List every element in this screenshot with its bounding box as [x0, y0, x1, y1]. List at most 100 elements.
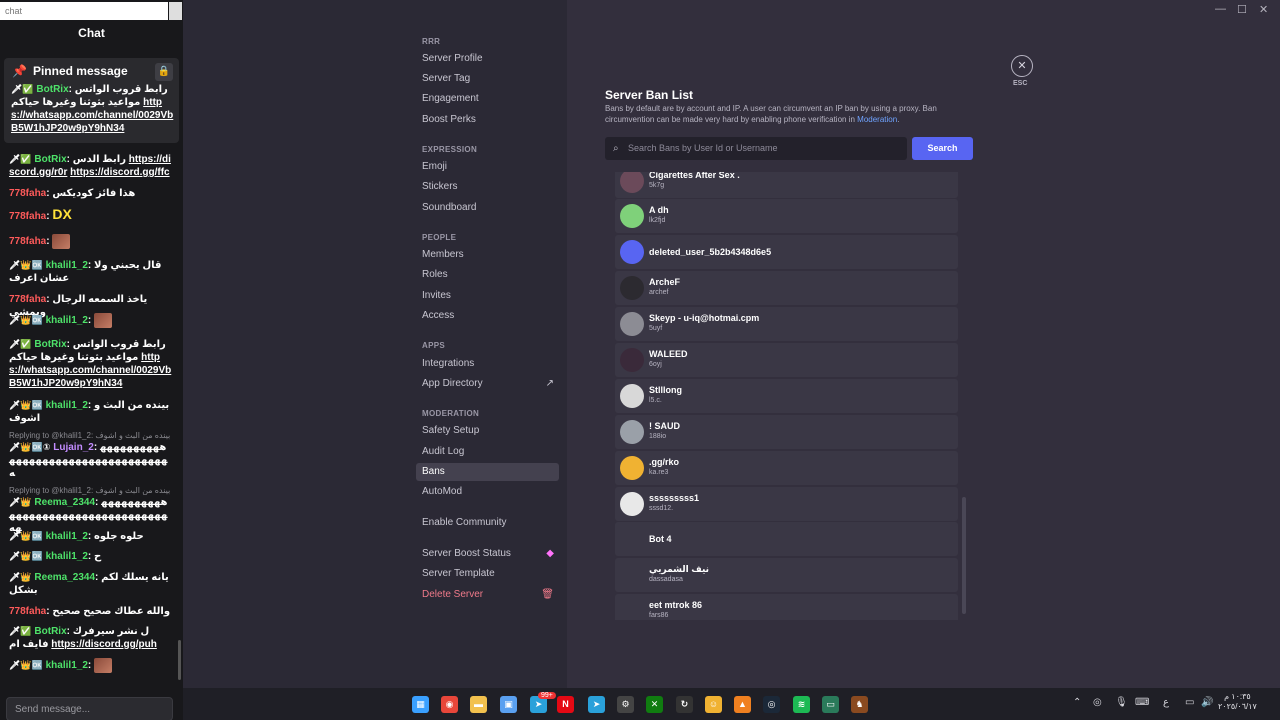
- close-window-button[interactable]: ✕: [1259, 3, 1268, 16]
- ban-row[interactable]: نيف الشمريي dassadasa: [615, 558, 958, 592]
- message-emote-text: DX: [52, 206, 72, 222]
- minimize-button[interactable]: —: [1215, 3, 1226, 15]
- chat-username[interactable]: BotRix: [34, 339, 66, 350]
- clock-time: ١٠:٣٥ م: [1224, 692, 1251, 701]
- nav-delete-server[interactable]: Delete Server 🗑: [422, 587, 558, 603]
- ban-row[interactable]: Stlllong l5.c.: [615, 379, 958, 413]
- chat-scrollbar[interactable]: [178, 640, 181, 680]
- app-icon[interactable]: ▭: [822, 696, 839, 713]
- nav-stickers[interactable]: Stickers: [422, 179, 558, 195]
- nav-members[interactable]: Members: [422, 247, 558, 263]
- store-icon[interactable]: ▣: [500, 696, 517, 713]
- ban-row[interactable]: ! SAUD 188io: [615, 415, 958, 449]
- message-link[interactable]: https://discord.gg/ffc: [70, 167, 169, 178]
- vlc-icon[interactable]: ▲: [734, 696, 751, 713]
- nav-invites[interactable]: Invites: [422, 288, 558, 304]
- nav-integrations[interactable]: Integrations: [422, 356, 558, 372]
- windows-icon[interactable]: ▦: [412, 696, 429, 713]
- keyboard-icon[interactable]: ⌨: [1135, 697, 1149, 708]
- chat-username[interactable]: 778faha: [9, 606, 46, 617]
- ban-row[interactable]: ArcheF archef: [615, 271, 958, 305]
- chat-message: 🗡👑🆗 khalil1_2:: [9, 658, 172, 673]
- nav-bans[interactable]: Bans: [416, 463, 559, 481]
- nav-soundboard[interactable]: Soundboard: [422, 200, 558, 216]
- user-avatar: [620, 492, 644, 516]
- discord-app-icon[interactable]: ☺: [705, 696, 722, 713]
- esc-label: ESC: [1013, 80, 1028, 87]
- tray-app-icon[interactable]: ◎: [1093, 697, 1102, 708]
- send-message-input[interactable]: Send message...: [6, 697, 173, 720]
- chat-search-button[interactable]: [169, 2, 182, 20]
- chat-username[interactable]: 778faha: [9, 294, 46, 305]
- chat-username[interactable]: BotRix: [36, 84, 68, 95]
- nav-app-directory[interactable]: App Directory ↗: [422, 376, 558, 392]
- network-icon[interactable]: ▭: [1185, 697, 1194, 708]
- chat-username[interactable]: BotRix: [34, 626, 66, 637]
- steam-icon[interactable]: ◎: [763, 696, 780, 713]
- screen: chat Chat 📌 Pinned message 🔒 🗡✅ BotRix: …: [0, 0, 1280, 720]
- spotify-icon[interactable]: ≋: [793, 696, 810, 713]
- game-icon[interactable]: ♞: [851, 696, 868, 713]
- nav-enable-community[interactable]: Enable Community: [422, 515, 558, 531]
- moderation-link[interactable]: Moderation: [857, 115, 897, 124]
- search-button[interactable]: Search: [912, 137, 973, 160]
- nav-server-boost-status[interactable]: Server Boost Status ◆: [422, 546, 558, 562]
- nav-boost-perks[interactable]: Boost Perks: [422, 112, 558, 128]
- nav-server-profile[interactable]: Server Profile: [422, 51, 558, 67]
- system-clock[interactable]: ١٠:٣٥ م ٢٠٢٥/٠٦/١٧: [1218, 692, 1257, 712]
- maximize-button[interactable]: ☐: [1237, 3, 1247, 16]
- xbox-icon[interactable]: ✕: [646, 696, 663, 713]
- ban-row[interactable]: Bot 4: [615, 522, 958, 556]
- netflix-icon[interactable]: N: [557, 696, 574, 713]
- volume-icon[interactable]: 🔊: [1201, 697, 1213, 708]
- chat-username[interactable]: 778faha: [9, 188, 46, 199]
- sync-icon[interactable]: ↻: [676, 696, 693, 713]
- nav-roles[interactable]: Roles: [422, 267, 558, 283]
- nav-server-tag[interactable]: Server Tag: [422, 71, 558, 87]
- lock-icon[interactable]: 🔒: [155, 63, 173, 81]
- external-link-icon: ↗: [545, 378, 554, 389]
- ban-row[interactable]: deleted_user_5b2b4348d6e5: [615, 235, 958, 269]
- nav-access[interactable]: Access: [422, 308, 558, 324]
- chat-message: 🗡👑 Reema_2344: يانه يسلك لكم بشكل: [9, 572, 169, 596]
- chat-username[interactable]: khalil1_2: [46, 551, 88, 562]
- nav-engagement[interactable]: Engagement: [422, 91, 558, 107]
- ban-search-input[interactable]: ⌕ Search Bans by User Id or Username: [605, 137, 907, 160]
- nav-automod[interactable]: AutoMod: [422, 484, 558, 500]
- ban-row[interactable]: sssssssss1 sssd12.: [615, 487, 958, 521]
- chat-username[interactable]: khalil1_2: [46, 400, 88, 411]
- ban-row[interactable]: eet mtrok 86 fars86: [615, 594, 958, 620]
- chat-username[interactable]: BotRix: [34, 154, 66, 165]
- ban-row[interactable]: WALEED 6oyj: [615, 343, 958, 377]
- chat-username[interactable]: 778faha: [9, 236, 46, 247]
- nav-safety-setup[interactable]: Safety Setup: [422, 423, 558, 439]
- chat-search-field[interactable]: chat: [0, 2, 168, 20]
- chat-username[interactable]: Lujain_2: [53, 442, 94, 453]
- telegram-icon[interactable]: ➤: [588, 696, 605, 713]
- chat-username[interactable]: khalil1_2: [46, 315, 88, 326]
- nav-server-template[interactable]: Server Template: [422, 566, 558, 582]
- ban-row[interactable]: .gg/rko ka.re3: [615, 451, 958, 485]
- tray-chevron-icon[interactable]: ⌃: [1073, 697, 1081, 708]
- chat-username[interactable]: Reema_2344: [34, 497, 95, 508]
- microphone-icon[interactable]: 🎙: [1115, 697, 1128, 708]
- chat-username[interactable]: khalil1_2: [46, 260, 88, 271]
- nav-emoji[interactable]: Emoji: [422, 159, 558, 175]
- banned-username: eet mtrok 86: [649, 600, 703, 610]
- chat-username[interactable]: 778faha: [9, 211, 46, 222]
- language-indicator[interactable]: ع: [1163, 697, 1169, 708]
- nav-audit-log[interactable]: Audit Log: [422, 444, 558, 460]
- ban-row[interactable]: Cigarettes After Sex . 5k7g: [615, 172, 958, 198]
- ban-row[interactable]: A dh lk2fjd: [615, 199, 958, 233]
- emote-image: [94, 658, 112, 673]
- settings-icon[interactable]: ⚙: [617, 696, 634, 713]
- ban-list-scrollbar[interactable]: [962, 497, 966, 614]
- chat-username[interactable]: khalil1_2: [46, 660, 88, 671]
- close-icon[interactable]: ✕: [1011, 55, 1033, 77]
- chat-username[interactable]: Reema_2344: [34, 572, 95, 583]
- ban-row[interactable]: Skeyp - u-iq@hotmai.cpm 5uyf: [615, 307, 958, 341]
- chat-username[interactable]: khalil1_2: [46, 531, 88, 542]
- chrome-icon[interactable]: ◉: [441, 696, 458, 713]
- explorer-icon[interactable]: ▬: [470, 696, 487, 713]
- message-link[interactable]: https://discord.gg/puh: [51, 639, 157, 650]
